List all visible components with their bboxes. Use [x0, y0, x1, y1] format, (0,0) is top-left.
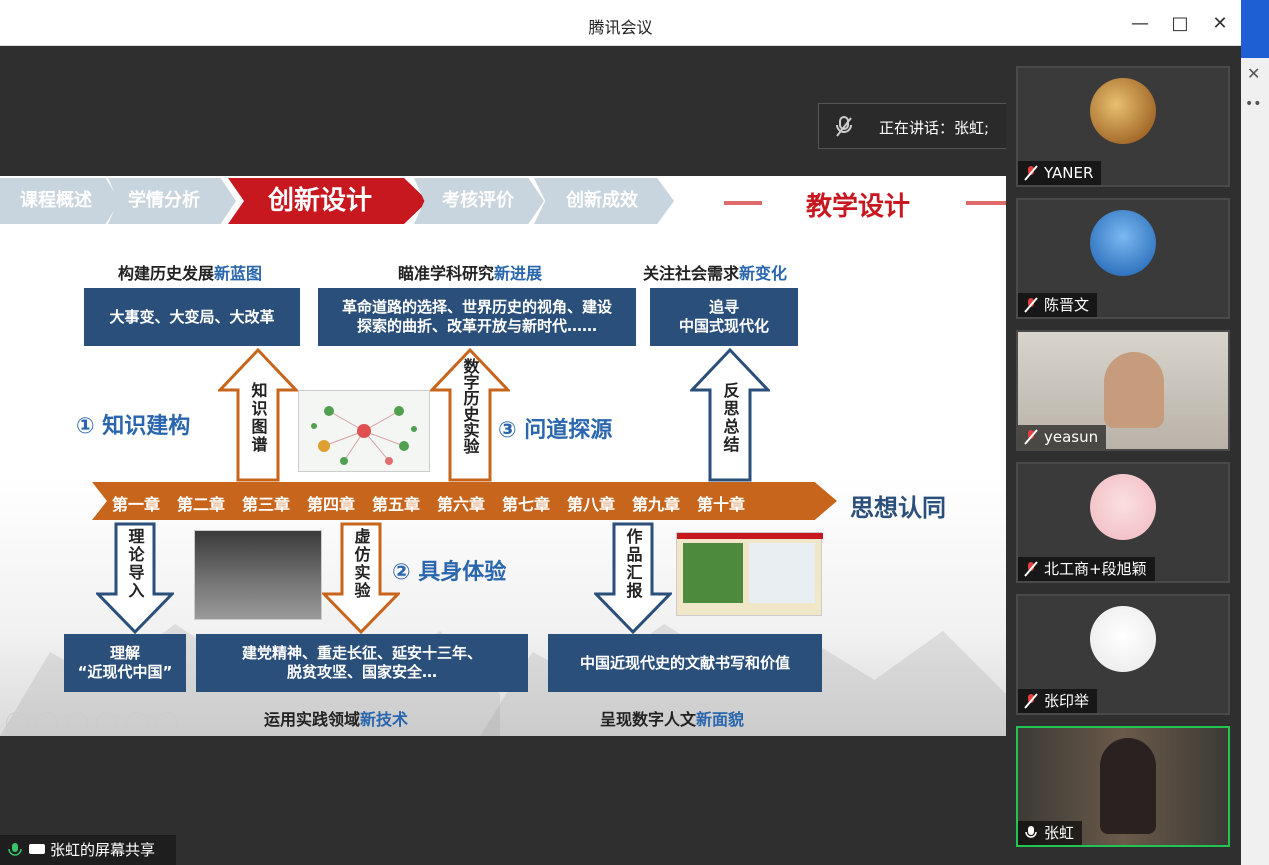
graph-network-icon	[311, 406, 417, 465]
screen-share-label: 张虹的屏幕共享	[0, 835, 176, 865]
chapter-label: 第七章	[502, 495, 551, 514]
heading-blueprint: 构建历史发展新蓝图	[118, 264, 263, 283]
muted-mic-icon	[1024, 561, 1038, 577]
participant-name-tag: yeasun	[1018, 425, 1107, 449]
map-panel	[749, 543, 815, 603]
speaking-text: 正在讲话：张虹;	[879, 119, 990, 137]
participant-tile[interactable]: YANER	[1016, 66, 1230, 187]
meeting-window: 腾讯会议 — □ ✕ 课程概述 学情分析 创新设计 考核评价 创新成效 教学设计…	[0, 0, 1241, 865]
knowledge-graph-image	[298, 390, 430, 472]
participant-name-tag: 陈晋文	[1018, 293, 1098, 317]
muted-mic-icon	[1024, 429, 1038, 445]
avatar	[1090, 78, 1156, 144]
close-icon[interactable]: ✕	[1247, 64, 1260, 83]
map-panel	[683, 543, 743, 603]
arrow-label-knowledge-graph: 知识图谱	[248, 382, 268, 454]
section-knowledge: ① 知识建构	[76, 414, 191, 439]
muted-mic-icon	[1024, 297, 1038, 313]
pen-tool-button[interactable]	[66, 712, 88, 734]
box-revolution: 革命道路的选择、世界历史的视角、建设 探索的曲折、改革开放与新时代……	[318, 288, 636, 346]
arrow-label-digital-lab: 数字历史实验	[460, 358, 480, 454]
nav-item: 创新成效	[534, 178, 674, 224]
avatar	[1090, 606, 1156, 672]
arrow-label-reflection: 反思总结	[720, 382, 740, 454]
title-bar: 腾讯会议 — □ ✕	[0, 0, 1241, 46]
nav-item: 学情分析	[108, 178, 236, 224]
map-header	[677, 533, 823, 539]
heading-practice: 运用实践领域新技术	[264, 710, 409, 729]
arrow-label-theory: 理论导入	[125, 528, 145, 600]
muted-mic-icon	[1024, 165, 1038, 181]
participant-panel: YANER 陈晋文 yeasun 北工商+段旭颖 张印举 张虹	[1006, 46, 1241, 865]
section-inquiry: ③ 问道探源	[498, 418, 613, 443]
window-title: 腾讯会议	[588, 18, 653, 37]
box-documents: 中国近现代史的文献书写和价值	[548, 634, 822, 692]
video-person	[1100, 738, 1156, 834]
arrow-label-presentation: 作品汇报	[623, 528, 643, 600]
nav-item: 考核评价	[414, 178, 544, 224]
vr-lab-photo	[194, 530, 322, 620]
shared-screen-area: 课程概述 学情分析 创新设计 考核评价 创新成效 教学设计 构建历史发展新蓝图 …	[0, 46, 1006, 865]
participant-tile[interactable]: 张印举	[1016, 594, 1230, 715]
title-line-left	[724, 201, 762, 205]
box-understand: 理解 “近现代中国”	[64, 634, 186, 692]
participant-name-tag: 张印举	[1018, 689, 1098, 713]
screen-share-icon	[29, 844, 45, 854]
chapter-label: 第八章	[567, 495, 616, 514]
chapter-label: 第三章	[242, 495, 291, 514]
presentation-slide: 课程概述 学情分析 创新设计 考核评价 创新成效 教学设计 构建历史发展新蓝图 …	[0, 176, 1006, 736]
ideology-label: 思想认同	[850, 494, 946, 522]
participant-tile-video[interactable]: yeasun	[1016, 330, 1230, 451]
participant-tile[interactable]: 陈晋文	[1016, 198, 1230, 319]
background-desktop: ✕ ••	[1241, 0, 1269, 865]
next-slide-button[interactable]	[36, 712, 58, 734]
participant-tile[interactable]: 北工商+段旭颖	[1016, 462, 1230, 583]
muted-mic-icon	[836, 116, 852, 137]
chapter-label: 第一章	[112, 495, 161, 514]
box-events: 大事变、大变局、大改革	[84, 288, 300, 346]
slide-nav-bar: 课程概述 学情分析 创新设计 考核评价 创新成效 教学设计	[0, 178, 1006, 224]
section-embodied: ② 具身体验	[392, 560, 507, 585]
participant-name-tag: YANER	[1018, 161, 1102, 185]
slides-grid-button[interactable]	[96, 712, 118, 734]
minimize-button[interactable]: —	[1126, 10, 1154, 38]
muted-mic-icon	[1024, 693, 1038, 709]
heading-digital: 呈现数字人文新面貌	[600, 710, 745, 729]
chapter-label: 第四章	[307, 495, 356, 514]
desktop-edge	[1241, 0, 1269, 58]
section-title: 教学设计	[806, 192, 911, 222]
mic-icon	[1025, 826, 1037, 838]
close-button[interactable]: ✕	[1206, 10, 1234, 38]
prev-slide-button[interactable]	[6, 712, 28, 734]
box-spirit: 建党精神、重走长征、延安十三年、 脱贫攻坚、国家安全…	[196, 634, 528, 692]
chapter-label: 第十章	[697, 495, 746, 514]
chapter-label: 第五章	[372, 495, 421, 514]
chapter-label: 第六章	[437, 495, 486, 514]
chapter-label: 第九章	[632, 495, 681, 514]
mic-icon	[8, 843, 22, 856]
more-icon[interactable]: ••	[1245, 96, 1262, 112]
box-modernization: 追寻 中国式现代化	[650, 288, 798, 346]
video-person	[1104, 352, 1164, 428]
avatar	[1090, 474, 1156, 540]
avatar	[1090, 210, 1156, 276]
participant-name-tag: 张虹	[1018, 821, 1083, 845]
zoom-button[interactable]	[126, 712, 148, 734]
heading-research: 瞄准学科研究新进展	[398, 264, 543, 283]
digital-map-image	[676, 532, 823, 616]
nav-item: 课程概述	[0, 178, 120, 224]
chapter-label: 第二章	[177, 495, 226, 514]
heading-society: 关注社会需求新变化	[643, 264, 788, 283]
participant-tile-active[interactable]: 张虹	[1016, 726, 1230, 847]
maximize-button[interactable]: □	[1166, 10, 1194, 38]
participant-name-tag: 北工商+段旭颖	[1018, 557, 1155, 581]
nav-item-active: 创新设计	[228, 178, 428, 224]
chapter-bar: 第一章 第二章 第三章 第四章 第五章 第六章 第七章 第八章 第九章 第十章	[92, 482, 837, 520]
more-options-button[interactable]	[156, 712, 178, 734]
arrow-label-virtual: 虚仿实验	[351, 528, 371, 600]
title-line-right	[966, 201, 1006, 205]
